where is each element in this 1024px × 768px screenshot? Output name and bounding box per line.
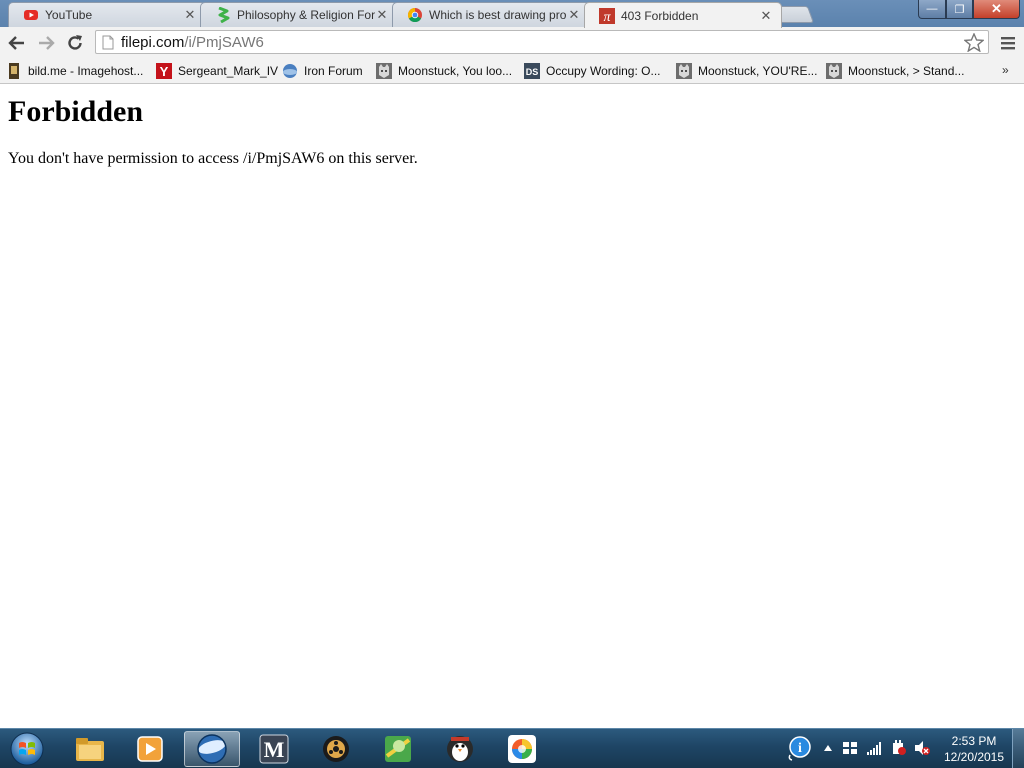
toolbar: filepi.com/i/PmjSAW6 <box>0 27 1024 58</box>
bookmark-item[interactable]: DS Occupy Wording: O... <box>524 62 661 80</box>
volume-muted-icon[interactable] <box>914 740 930 756</box>
svg-text:DS: DS <box>526 67 539 77</box>
tab-403-forbidden[interactable]: π 403 Forbidden ✕ <box>584 2 782 28</box>
tab-title: Philosophy & Religion For <box>237 8 375 22</box>
show-desktop-button[interactable] <box>1012 729 1024 768</box>
start-button[interactable] <box>6 730 48 768</box>
taskbar-m-app[interactable]: M <box>246 731 302 767</box>
maximize-button[interactable]: ❐ <box>946 0 973 19</box>
svg-text:M: M <box>264 737 285 762</box>
info-badge-icon[interactable]: i <box>786 735 812 761</box>
bookmark-item[interactable]: Moonstuck, > Stand... <box>826 62 964 80</box>
url-path: /i/PmjSAW6 <box>184 33 264 51</box>
iron-forum-icon <box>282 63 298 79</box>
bookmark-label: bild.me - Imagehost... <box>28 64 144 78</box>
taskbar-paint-app[interactable] <box>494 731 550 767</box>
tab-philosophy[interactable]: Philosophy & Religion For ✕ <box>200 2 398 27</box>
wolf-icon <box>376 63 392 79</box>
action-center-flag-icon[interactable] <box>842 740 858 756</box>
wolf-icon <box>826 63 842 79</box>
bookmark-label: Moonstuck, YOU'RE... <box>698 64 818 78</box>
wolf-icon <box>676 63 692 79</box>
green-squiggle-icon <box>215 7 231 23</box>
tab-close-icon[interactable]: ✕ <box>567 7 581 23</box>
tab-drawing[interactable]: Which is best drawing pro ✕ <box>392 2 590 27</box>
taskbar-media-player[interactable] <box>122 731 178 767</box>
tab-title: YouTube <box>45 8 93 22</box>
back-button[interactable] <box>5 31 29 55</box>
bookmark-item[interactable]: Iron Forum <box>282 62 363 80</box>
bookmark-item[interactable]: Moonstuck, YOU'RE... <box>676 62 817 80</box>
reload-button[interactable] <box>63 31 87 55</box>
tab-title: 403 Forbidden <box>621 8 699 23</box>
penguin-app-icon <box>447 736 473 762</box>
svg-text:π: π <box>603 10 611 24</box>
address-bar[interactable]: filepi.com/i/PmjSAW6 <box>95 30 989 54</box>
show-hidden-icons-icon[interactable] <box>820 740 836 756</box>
system-clock[interactable]: 2:53 PM 12/20/2015 <box>940 733 1008 765</box>
browser-orb-icon <box>197 734 227 764</box>
youtube-y-icon: Y <box>156 63 172 79</box>
clock-date: 12/20/2015 <box>943 750 1005 764</box>
clock-time: 2:53 PM <box>951 734 997 748</box>
svg-text:i: i <box>798 741 802 756</box>
tab-youtube[interactable]: YouTube ✕ <box>8 2 206 27</box>
taskbar-penguin-app[interactable] <box>432 731 488 767</box>
bookmark-label: Moonstuck, > Stand... <box>848 64 965 78</box>
bookmark-item[interactable]: Moonstuck, You loo... <box>376 62 512 80</box>
network-signal-icon[interactable] <box>866 740 882 756</box>
tab-close-icon[interactable]: ✕ <box>183 7 197 23</box>
tab-strip: YouTube ✕ Philosophy & Religion For ✕ Wh… <box>0 0 1024 28</box>
taskbar-wheel-app[interactable] <box>308 731 364 767</box>
taskbar-file-explorer[interactable] <box>62 731 118 767</box>
back-arrow-icon <box>8 36 24 50</box>
minimize-button[interactable]: — <box>918 0 946 19</box>
bookmarks-overflow-icon[interactable]: » <box>1002 63 1009 77</box>
bookmark-label: Sergeant_Mark_IV <box>178 64 279 78</box>
menu-button[interactable] <box>998 33 1018 53</box>
tab-close-icon[interactable]: ✕ <box>375 7 389 23</box>
bookmarks-bar: bild.me - Imagehost... Y Sergeant_Mark_I… <box>0 58 1024 84</box>
bookmark-label: Occupy Wording: O... <box>546 64 661 78</box>
m-app-icon: M <box>259 734 289 764</box>
error-message: You don't have permission to access /i/P… <box>8 150 418 167</box>
bookmark-star-icon[interactable] <box>963 32 985 55</box>
media-player-icon <box>137 736 163 762</box>
page-heading: Forbidden <box>8 95 144 128</box>
reload-icon <box>68 35 82 50</box>
bookmark-item[interactable]: bild.me - Imagehost... <box>6 62 143 80</box>
deviantart-icon: DS <box>524 63 540 79</box>
power-plug-icon[interactable] <box>890 740 906 756</box>
windows-orb-icon <box>10 732 44 766</box>
page-content: Forbidden You don't have permission to a… <box>0 85 1024 728</box>
file-explorer-icon <box>76 738 104 761</box>
map-app-icon <box>385 736 411 762</box>
hamburger-menu-icon <box>1001 37 1015 50</box>
bookmark-item[interactable]: Y Sergeant_Mark_IV <box>156 62 278 80</box>
page-icon <box>102 35 114 49</box>
url-host: filepi.com <box>121 33 185 51</box>
close-window-button[interactable]: ✕ <box>973 0 1020 19</box>
svg-text:Y: Y <box>160 64 169 79</box>
forward-arrow-icon <box>39 36 55 50</box>
bild-me-icon <box>6 63 22 79</box>
tab-title: Which is best drawing pro <box>429 8 567 22</box>
steam-like-icon <box>323 736 349 762</box>
tab-close-icon[interactable]: ✕ <box>759 8 773 24</box>
bookmark-label: Iron Forum <box>304 64 363 78</box>
pi-icon: π <box>599 7 615 24</box>
taskbar: M i 2:53 PM 12/20/2015 <box>0 728 1024 768</box>
chrome-icon <box>407 7 423 23</box>
bookmark-label: Moonstuck, You loo... <box>398 64 513 78</box>
taskbar-browser[interactable] <box>184 731 240 767</box>
paint-app-icon <box>508 735 536 763</box>
youtube-icon <box>23 7 39 23</box>
taskbar-map-app[interactable] <box>370 731 426 767</box>
forward-button[interactable] <box>34 31 58 55</box>
